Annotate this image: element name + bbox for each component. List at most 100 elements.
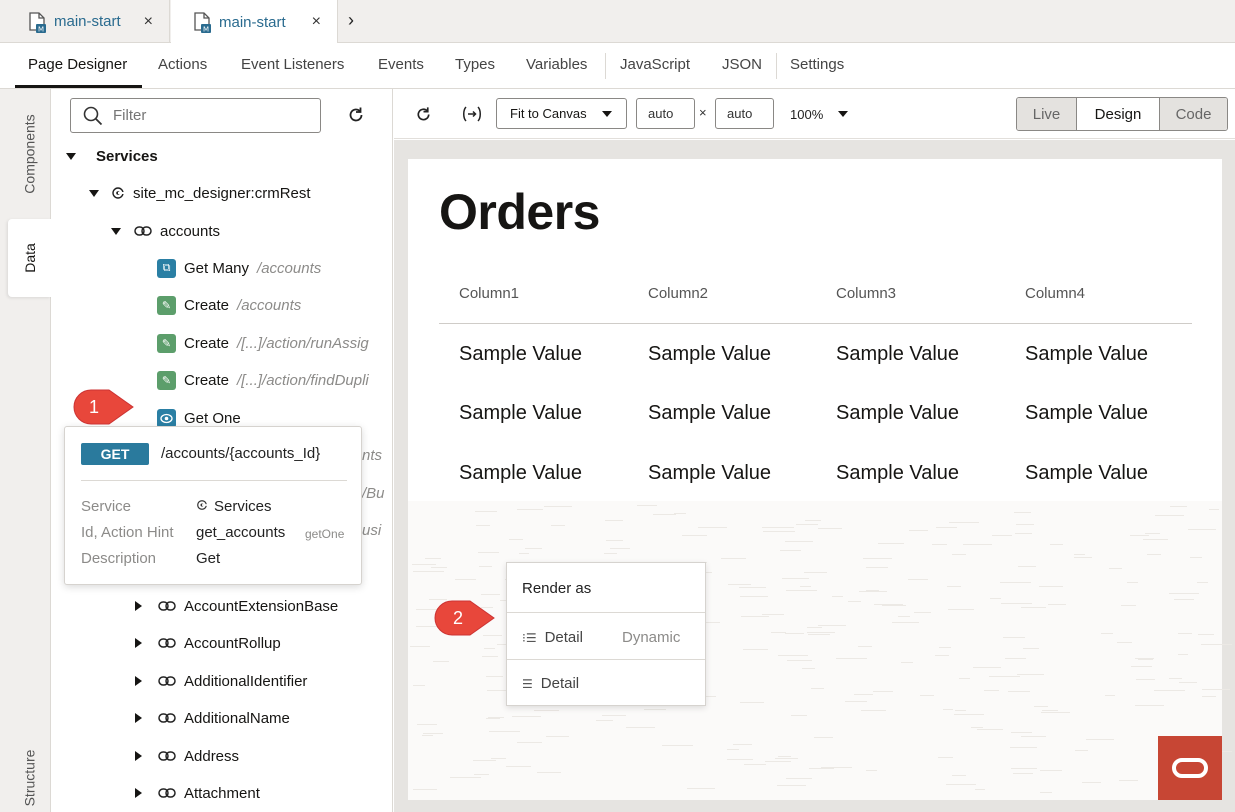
- texture-dash: [1109, 567, 1123, 569]
- tab-variables[interactable]: Variables: [526, 56, 587, 73]
- caret-down-icon[interactable]: [89, 189, 99, 197]
- tree-node-service[interactable]: site_mc_designer:crmRest: [89, 178, 311, 208]
- tree-node-services[interactable]: Services: [66, 141, 158, 171]
- texture-dash: [1010, 731, 1032, 733]
- page-title[interactable]: Orders: [439, 183, 600, 241]
- service-label: Service: [81, 498, 132, 515]
- tab-event-listeners[interactable]: Event Listeners: [241, 56, 344, 73]
- render-as-menu: Render as ⁝☰ Detail Dynamic ☰ Detail: [506, 562, 706, 706]
- code-mode-button[interactable]: Code: [1160, 98, 1227, 130]
- refresh-icon[interactable]: [347, 106, 365, 124]
- tree-op-get-many[interactable]: ⧉ Get Many /accounts: [157, 253, 321, 283]
- tree-node-child[interactable]: AccountRollup: [135, 628, 281, 658]
- tab-settings[interactable]: Settings: [790, 56, 844, 73]
- height-input[interactable]: auto: [715, 98, 774, 129]
- texture-dash: [511, 716, 541, 718]
- fit-to-canvas-select[interactable]: Fit to Canvas: [496, 98, 627, 129]
- texture-dash: [674, 512, 686, 514]
- texture-dash: [412, 788, 437, 790]
- texture-dash: [787, 660, 812, 662]
- texture-dash: [412, 564, 436, 566]
- texture-dash: [1189, 556, 1203, 558]
- texture-dash: [743, 764, 767, 766]
- tree-label: site_mc_designer:crmRest: [133, 184, 311, 202]
- filter-field[interactable]: [70, 98, 321, 133]
- chevron-right-icon[interactable]: ›: [348, 10, 354, 31]
- side-tab-structure[interactable]: Structure: [8, 739, 51, 812]
- texture-dash: [778, 654, 808, 656]
- expression-icon[interactable]: [462, 106, 482, 122]
- texture-dash: [959, 677, 971, 679]
- caret-right-icon[interactable]: [135, 638, 142, 648]
- tree-node-child[interactable]: AdditionalName: [135, 703, 290, 733]
- tab-page-designer[interactable]: Page Designer: [28, 56, 127, 73]
- close-icon[interactable]: ×: [144, 13, 153, 31]
- menu-title: Render as: [522, 580, 592, 597]
- tab-actions[interactable]: Actions: [158, 56, 207, 73]
- texture-dash: [1179, 681, 1197, 683]
- zoom-level[interactable]: 100%: [790, 107, 823, 122]
- texture-dash: [484, 648, 495, 650]
- texture-dash: [844, 701, 867, 703]
- texture-dash: [1049, 543, 1063, 545]
- texture-dash: [604, 553, 618, 555]
- tab-main-start-2[interactable]: M main-start ×: [171, 0, 338, 44]
- endpoint-path: /accounts/{accounts_Id}: [161, 445, 321, 462]
- texture-dash: [412, 570, 444, 572]
- texture-dash: [1178, 633, 1193, 635]
- texture-dash: [938, 757, 954, 759]
- refresh-icon[interactable]: [415, 106, 432, 123]
- tab-javascript[interactable]: JavaScript: [620, 56, 690, 73]
- close-icon[interactable]: ×: [312, 13, 321, 31]
- texture-dash: [836, 658, 867, 660]
- texture-dash: [1169, 593, 1199, 595]
- texture-dash: [478, 566, 492, 568]
- texture-dash: [516, 508, 544, 510]
- texture-dash: [1034, 705, 1049, 707]
- tree-node-child[interactable]: AdditionalIdentifier: [135, 666, 307, 696]
- tree-op-create[interactable]: ✎ Create /accounts: [157, 290, 301, 320]
- pencil-icon: ✎: [157, 333, 176, 353]
- caret-right-icon[interactable]: [135, 676, 142, 686]
- table-cell: Sample Value: [1025, 402, 1149, 424]
- caret-down-icon[interactable]: [111, 227, 121, 235]
- texture-dash: [661, 745, 694, 747]
- render-detail[interactable]: ☰ Detail: [522, 675, 579, 692]
- width-input[interactable]: auto: [636, 98, 695, 129]
- caret-right-icon[interactable]: [135, 788, 142, 798]
- table-cell: Sample Value: [1025, 343, 1149, 365]
- tree-node-child[interactable]: AccountExtensionBase: [135, 591, 338, 621]
- obscured-path: /Bu: [362, 485, 385, 502]
- tab-label: main-start: [54, 13, 121, 30]
- texture-dash: [1013, 512, 1032, 514]
- tree-node-child[interactable]: Address: [135, 741, 239, 771]
- tab-events[interactable]: Events: [378, 56, 424, 73]
- live-mode-button[interactable]: Live: [1017, 98, 1077, 130]
- design-mode-button[interactable]: Design: [1077, 98, 1160, 130]
- tab-types[interactable]: Types: [455, 56, 495, 73]
- tab-main-start-1[interactable]: M main-start ×: [0, 0, 170, 43]
- texture-dash: [416, 724, 437, 726]
- render-detail-dynamic[interactable]: ⁝☰ Detail: [522, 629, 583, 646]
- caret-right-icon[interactable]: [135, 601, 142, 611]
- caret-down-icon[interactable]: [66, 152, 76, 160]
- page-file-icon: M: [28, 11, 46, 33]
- tree-node-child[interactable]: Attachment: [135, 778, 260, 808]
- side-tab-components[interactable]: Components: [8, 89, 51, 219]
- tree-op-create[interactable]: ✎ Create /[...]/action/runAssig: [157, 328, 383, 358]
- editor-tab-bar: M main-start × M main-start × ›: [0, 0, 1235, 44]
- texture-dash: [847, 600, 862, 602]
- texture-dash: [892, 621, 920, 623]
- chevron-down-icon[interactable]: [838, 111, 848, 117]
- texture-dash: [604, 519, 623, 521]
- caret-right-icon[interactable]: [135, 713, 142, 723]
- texture-dash: [1154, 689, 1186, 691]
- texture-dash: [1040, 711, 1071, 713]
- tree-node-accounts[interactable]: accounts: [111, 216, 220, 246]
- caret-right-icon[interactable]: [135, 751, 142, 761]
- side-tab-data[interactable]: Data: [8, 219, 51, 297]
- tree-op-create[interactable]: ✎ Create /[...]/action/findDupli: [157, 365, 383, 395]
- tab-json[interactable]: JSON: [722, 56, 762, 73]
- table-cell: Sample Value: [459, 402, 583, 424]
- filter-input[interactable]: [113, 107, 293, 124]
